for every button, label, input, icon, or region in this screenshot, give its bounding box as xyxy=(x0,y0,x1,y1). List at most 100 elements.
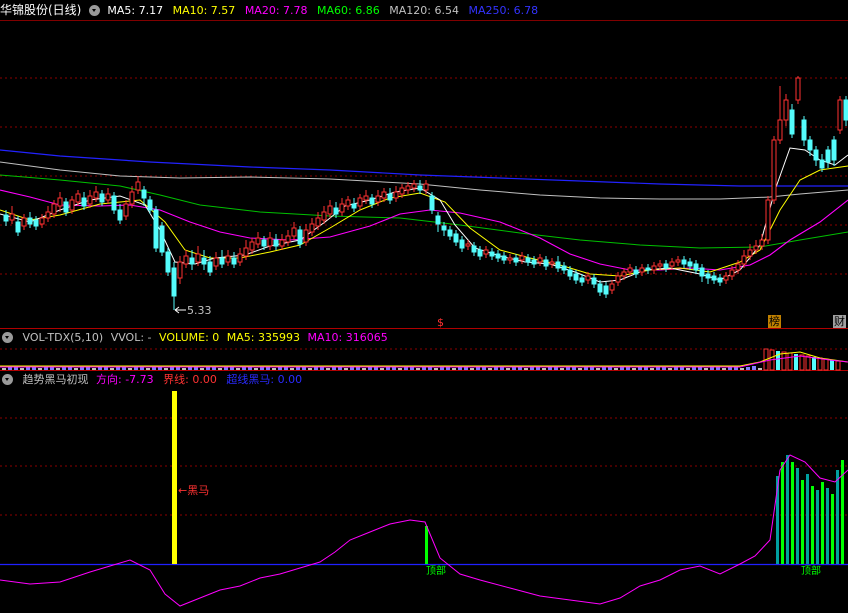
horse-bar xyxy=(816,490,819,564)
candle-body xyxy=(777,119,783,141)
candle-body xyxy=(249,241,255,251)
candle-body xyxy=(195,253,201,263)
candle-body xyxy=(495,253,501,259)
volume-bar xyxy=(92,368,96,370)
candle-body xyxy=(411,183,417,189)
vol-ma10-line xyxy=(0,355,848,368)
candle-body xyxy=(327,205,333,215)
candle-body xyxy=(573,273,579,281)
candle-body xyxy=(651,265,657,271)
candle-body xyxy=(591,277,597,285)
candle-body xyxy=(231,257,237,265)
horse-bar xyxy=(801,480,804,564)
candle-body xyxy=(237,253,243,263)
candle-body xyxy=(387,193,393,201)
candle-body xyxy=(507,257,513,261)
volume-bar xyxy=(746,367,750,370)
vol-ma5-line xyxy=(0,351,848,367)
horse-bar xyxy=(796,468,799,564)
cai-tag[interactable]: 财 xyxy=(833,315,846,328)
candle-body xyxy=(369,197,375,205)
candle-body xyxy=(531,259,537,265)
volume-bar xyxy=(236,368,240,370)
candle-body xyxy=(549,261,555,265)
candle-body xyxy=(303,229,309,243)
candle-body xyxy=(627,267,633,273)
ma250-line xyxy=(0,149,848,187)
volume-bar xyxy=(146,368,150,370)
candle-body xyxy=(141,189,147,199)
candle-body xyxy=(345,199,351,207)
bang-tag[interactable]: 榜 xyxy=(768,315,781,328)
candle-body xyxy=(705,273,711,279)
candle-body xyxy=(633,269,639,275)
volume-bar xyxy=(614,368,618,370)
candle-body xyxy=(201,257,207,265)
volume-bar xyxy=(452,368,456,370)
volume-bar xyxy=(164,368,168,370)
volume-bar xyxy=(740,368,744,370)
candle-body xyxy=(597,283,603,293)
candle-body xyxy=(87,195,93,205)
candle-body xyxy=(207,261,213,273)
candle-body xyxy=(609,283,615,291)
volume-bar xyxy=(596,368,600,370)
candle-body xyxy=(603,285,609,295)
volume-bar xyxy=(787,352,793,371)
candlestick-group[interactable] xyxy=(3,76,848,310)
candle-body xyxy=(729,269,735,277)
candle-body xyxy=(765,199,771,241)
candle-body xyxy=(471,245,477,253)
horse-bar xyxy=(811,486,814,564)
volume-bar xyxy=(434,368,438,370)
candle-body xyxy=(843,99,848,121)
candle-body xyxy=(681,259,687,265)
candle-body xyxy=(399,187,405,195)
candle-body xyxy=(813,149,819,161)
volume-bar xyxy=(542,368,546,370)
candle-body xyxy=(405,185,411,191)
volume-bar xyxy=(524,368,528,370)
volume-bar xyxy=(56,368,60,370)
volume-bar xyxy=(812,357,816,370)
volume-bar xyxy=(470,368,474,370)
candle-body xyxy=(717,277,723,283)
s-marker[interactable]: $ xyxy=(437,316,444,329)
candle-body xyxy=(39,217,45,225)
candle-body xyxy=(525,257,531,263)
candle-body xyxy=(93,191,99,199)
volume-bar xyxy=(362,368,366,370)
volume-bar xyxy=(326,368,330,370)
horse-bar xyxy=(791,462,794,564)
candle-body xyxy=(699,267,705,277)
candle-body xyxy=(189,257,195,265)
volume-bar xyxy=(686,368,690,370)
candle-body xyxy=(663,263,669,269)
volume-bar xyxy=(668,368,672,370)
candle-body xyxy=(561,265,567,271)
horse-bar xyxy=(781,462,784,564)
candle-body xyxy=(111,195,117,211)
candle-body xyxy=(657,263,663,267)
horse-bar xyxy=(836,470,839,564)
candle-body xyxy=(135,181,141,191)
candle-body xyxy=(837,99,843,131)
candle-body xyxy=(435,215,441,225)
candle-body xyxy=(273,239,279,247)
candle-body xyxy=(255,237,261,245)
candle-body xyxy=(375,195,381,203)
horse-bar xyxy=(806,474,809,564)
chart-canvas[interactable]: 5.33 $ xyxy=(0,0,848,613)
low-price-marker xyxy=(174,306,186,314)
candle-body xyxy=(795,77,801,101)
candle-body xyxy=(69,199,75,211)
volume-bar xyxy=(308,368,312,370)
candle-body xyxy=(819,159,825,169)
candle-body xyxy=(15,221,21,233)
candle-body xyxy=(333,207,339,215)
candle-body xyxy=(159,225,165,253)
volume-bar xyxy=(20,368,24,370)
candle-body xyxy=(783,99,789,121)
volume-bar xyxy=(823,358,829,371)
bottom-label-1: 顶部 xyxy=(426,566,446,577)
